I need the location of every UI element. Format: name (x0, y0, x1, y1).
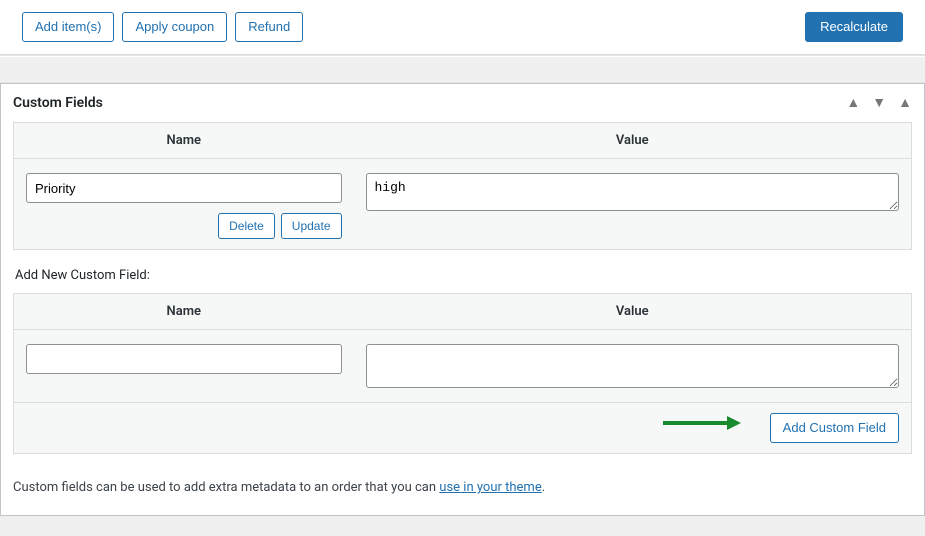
custom-fields-header: Custom Fields ▲ ▼ ▲ (1, 84, 924, 122)
new-custom-field-row (14, 330, 912, 403)
panel-gap (0, 55, 925, 83)
add-custom-field-button[interactable]: Add Custom Field (770, 413, 899, 443)
refund-button[interactable]: Refund (235, 12, 303, 42)
add-new-field-heading: Add New Custom Field: (15, 268, 912, 283)
custom-fields-body: Name Value Delete Update high (1, 122, 924, 466)
row-actions: Delete Update (26, 213, 342, 239)
add-custom-field-table: Name Value (13, 293, 912, 454)
new-field-name-input[interactable] (26, 344, 342, 374)
help-text-prefix: Custom fields can be used to add extra m… (13, 480, 439, 495)
apply-coupon-button[interactable]: Apply coupon (122, 12, 227, 42)
arrow-annotation-icon (661, 413, 741, 433)
custom-fields-table: Name Value Delete Update high (13, 122, 912, 250)
column-header-name: Name (14, 294, 354, 330)
toggle-panel-icon[interactable]: ▲ (898, 96, 912, 110)
column-header-value: Value (354, 123, 912, 159)
column-header-value: Value (354, 294, 912, 330)
custom-field-value-input[interactable]: high (366, 173, 900, 211)
custom-field-row: Delete Update high (14, 159, 912, 250)
custom-fields-title: Custom Fields (13, 95, 103, 111)
add-row-footer: Add Custom Field (14, 402, 911, 453)
order-actions-bar: Add item(s) Apply coupon Refund Recalcul… (0, 0, 925, 55)
new-field-value-input[interactable] (366, 344, 900, 388)
handle-actions: ▲ ▼ ▲ (846, 96, 912, 110)
custom-fields-help: Custom fields can be used to add extra m… (1, 466, 924, 515)
recalculate-button[interactable]: Recalculate (805, 12, 903, 42)
update-field-button[interactable]: Update (281, 213, 342, 239)
help-text-suffix: . (542, 480, 545, 495)
custom-fields-metabox: Custom Fields ▲ ▼ ▲ Name Value Dele (0, 83, 925, 516)
add-items-button[interactable]: Add item(s) (22, 12, 114, 42)
column-header-name: Name (14, 123, 354, 159)
order-actions-left: Add item(s) Apply coupon Refund (22, 12, 303, 42)
move-down-icon[interactable]: ▼ (872, 96, 886, 110)
delete-field-button[interactable]: Delete (218, 213, 275, 239)
move-up-icon[interactable]: ▲ (846, 96, 860, 110)
help-link[interactable]: use in your theme (439, 480, 541, 495)
order-actions-right: Recalculate (805, 12, 903, 42)
custom-field-name-input[interactable] (26, 173, 342, 203)
